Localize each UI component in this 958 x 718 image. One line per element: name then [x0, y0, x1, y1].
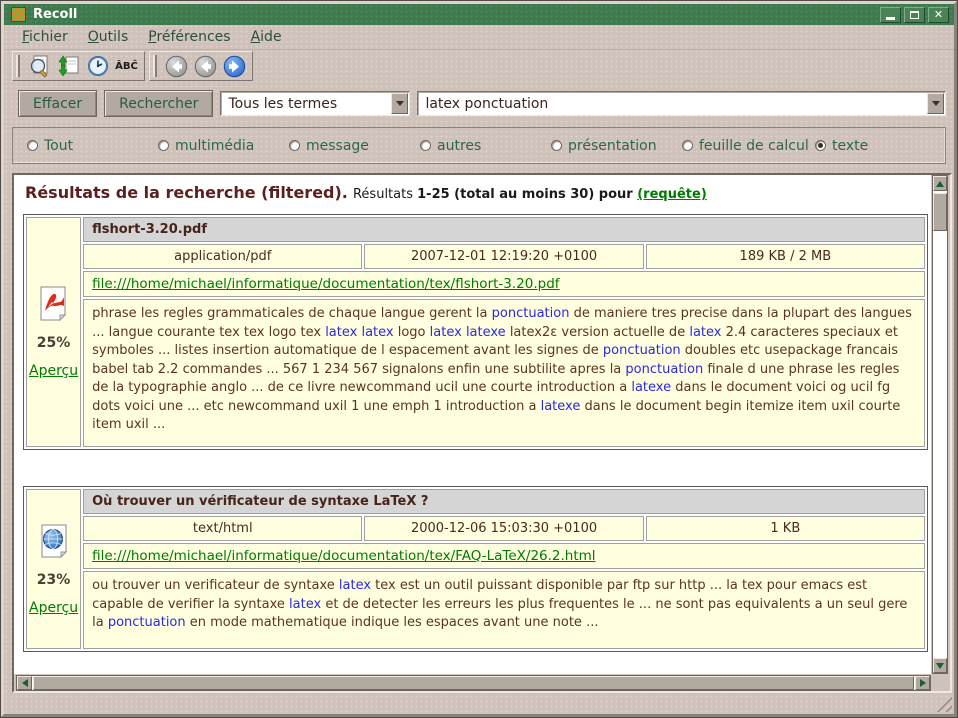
- radio-icon: [815, 140, 826, 151]
- search-button[interactable]: Rechercher: [104, 90, 213, 117]
- toolbar-grip[interactable]: [16, 55, 20, 77]
- close-icon: ✕: [934, 9, 943, 20]
- toolbar-group-main: ÂBĈ: [12, 51, 145, 81]
- pdf-document-icon: [37, 285, 71, 321]
- menu-fichier[interactable]: Fichier: [14, 27, 76, 47]
- query-link[interactable]: (requête): [637, 187, 707, 202]
- radio-icon: [289, 140, 300, 151]
- history-clock-icon[interactable]: [84, 53, 111, 79]
- result-side-panel: 25% Aperçu: [26, 217, 81, 447]
- search-query-value: latex ponctuation: [418, 96, 927, 112]
- menu-outils[interactable]: Outils: [80, 27, 136, 47]
- recoll-window: Recoll ✕ Fichier Outils Préférences Aide: [1, 1, 957, 717]
- go-back-icon[interactable]: [192, 53, 219, 79]
- filter-tout[interactable]: Tout: [27, 138, 158, 154]
- minimize-icon: [886, 17, 895, 20]
- results-list: Résultats de la recherche (filtered). Ré…: [14, 175, 931, 674]
- window-title: Recoll: [33, 7, 880, 22]
- update-index-icon[interactable]: [55, 53, 82, 79]
- result-url-link[interactable]: file:///home/michael/informatique/docume…: [92, 548, 595, 564]
- radio-icon: [158, 140, 169, 151]
- clear-button[interactable]: Effacer: [18, 90, 97, 117]
- result-title: flshort-3.20.pdf: [83, 217, 925, 242]
- result-date: 2000-12-06 15:03:30 +0100: [364, 516, 643, 541]
- filter-bar: Tout multimédia message autres présentat…: [12, 127, 946, 164]
- chevron-down-icon[interactable]: [927, 93, 944, 114]
- result-date: 2007-12-01 12:19:20 +0100: [364, 244, 643, 269]
- result-mime: text/html: [83, 516, 362, 541]
- result-snippet: phrase les regles grammaticales de chaqu…: [83, 299, 925, 447]
- app-icon: [11, 7, 26, 22]
- minimize-button[interactable]: [880, 7, 901, 23]
- radio-icon: [551, 140, 562, 151]
- vertical-scrollbar[interactable]: [932, 175, 948, 674]
- search-query-input[interactable]: latex ponctuation: [417, 91, 946, 116]
- radio-icon: [27, 140, 38, 151]
- filter-multimedia[interactable]: multimédia: [158, 138, 289, 154]
- preview-link[interactable]: Aperçu: [29, 363, 78, 379]
- scroll-right-icon[interactable]: [915, 676, 930, 690]
- search-documents-icon[interactable]: [26, 53, 53, 79]
- radio-icon: [420, 140, 431, 151]
- result-item: 25% Aperçu flshort-3.20.pdf application/…: [23, 214, 928, 450]
- term-explorer-label: ÂBĈ: [115, 61, 138, 72]
- results-heading: Résultats de la recherche (filtered).: [25, 183, 348, 202]
- maximize-button[interactable]: [904, 7, 925, 23]
- go-forward-icon[interactable]: [221, 53, 248, 79]
- menubar: Fichier Outils Préférences Aide: [4, 25, 954, 50]
- filter-presentation[interactable]: présentation: [551, 138, 682, 154]
- html-document-icon: [37, 522, 71, 558]
- filter-feuille-de-calcul[interactable]: feuille de calcul: [682, 138, 815, 154]
- go-back-icon[interactable]: [163, 53, 190, 79]
- vertical-scrollbar-thumb[interactable]: [933, 193, 947, 231]
- maximize-icon: [910, 11, 919, 19]
- result-url-link[interactable]: file:///home/michael/informatique/docume…: [92, 276, 559, 292]
- results-summary-count: 1-25 (total au moins 30) pour: [417, 187, 637, 202]
- results-header: Résultats de la recherche (filtered). Ré…: [25, 183, 931, 202]
- result-snippet: ou trouver un verificateur de syntaxe la…: [83, 571, 925, 649]
- horizontal-scrollbar[interactable]: [16, 675, 931, 691]
- term-explorer-icon[interactable]: ÂBĈ: [113, 53, 140, 79]
- toolbar-grip[interactable]: [153, 55, 157, 77]
- search-row: Effacer Rechercher Tous les termes latex…: [18, 90, 946, 117]
- result-mime: application/pdf: [83, 244, 362, 269]
- filter-texte[interactable]: texte: [815, 138, 868, 154]
- menu-preferences[interactable]: Préférences: [140, 27, 238, 47]
- menu-aide[interactable]: Aide: [243, 27, 290, 47]
- titlebar[interactable]: Recoll ✕: [4, 4, 954, 25]
- preview-link[interactable]: Aperçu: [29, 600, 78, 616]
- filter-autres[interactable]: autres: [420, 138, 551, 154]
- relevance-percent: 23%: [29, 572, 78, 588]
- scroll-down-icon[interactable]: [933, 658, 947, 673]
- resize-grip[interactable]: [934, 694, 952, 712]
- result-side-panel: 23% Aperçu: [26, 489, 81, 649]
- results-frame: Résultats de la recherche (filtered). Ré…: [12, 173, 952, 693]
- toolbar: ÂBĈ: [4, 50, 954, 82]
- chevron-down-icon[interactable]: [391, 93, 408, 114]
- scroll-up-icon[interactable]: [933, 176, 947, 191]
- toolbar-group-nav: [149, 51, 253, 81]
- search-mode-select[interactable]: Tous les termes: [220, 91, 410, 116]
- result-size: 1 KB: [646, 516, 925, 541]
- horizontal-scrollbar-thumb[interactable]: [33, 676, 914, 690]
- relevance-percent: 25%: [29, 335, 78, 351]
- scroll-left-icon[interactable]: [17, 676, 32, 690]
- result-title: Où trouver un vérificateur de syntaxe La…: [83, 489, 925, 514]
- result-size: 189 KB / 2 MB: [646, 244, 925, 269]
- results-summary: Résultats: [353, 187, 417, 202]
- result-item: 23% Aperçu Où trouver un vérificateur de…: [23, 486, 928, 652]
- search-mode-value: Tous les termes: [221, 96, 391, 112]
- radio-icon: [682, 140, 693, 151]
- filter-message[interactable]: message: [289, 138, 420, 154]
- close-button[interactable]: ✕: [928, 7, 949, 23]
